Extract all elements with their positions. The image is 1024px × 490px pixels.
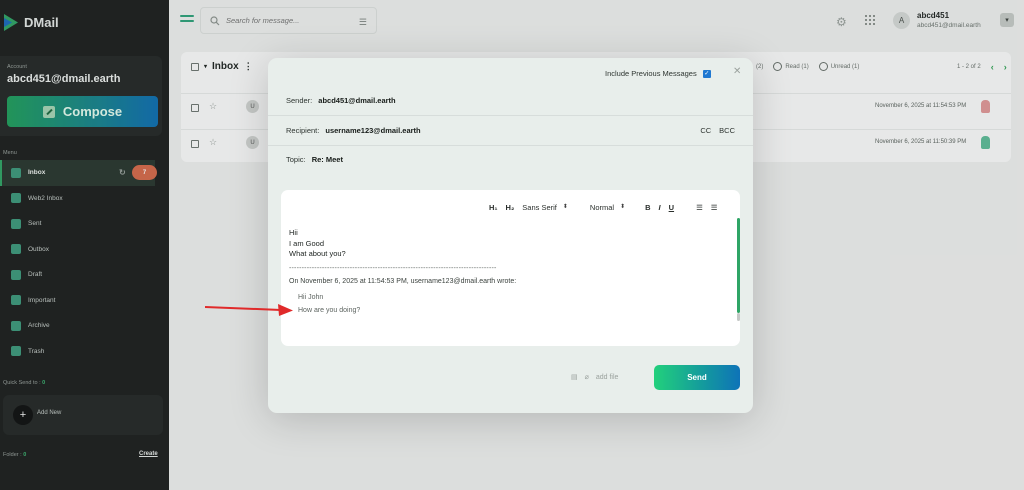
italic-button[interactable]: I xyxy=(659,203,661,212)
size-select[interactable]: Normal ⬍ xyxy=(590,203,625,212)
heading-1-button[interactable]: H₁ xyxy=(489,203,498,212)
bold-button[interactable]: B xyxy=(645,203,650,212)
editor-toolbar: H₁ H₂ Sans Serif ⬍ Normal ⬍ B I U ☰ ☰ xyxy=(489,203,718,212)
ordered-list-icon[interactable]: ☰ xyxy=(696,203,703,212)
editor-scroll-track[interactable] xyxy=(737,313,740,321)
topic-value[interactable]: Re: Meet xyxy=(312,155,343,164)
attachment-area: ▤ ⌀ add file xyxy=(571,373,619,382)
sender-label: Sender: xyxy=(286,95,313,105)
cc-button[interactable]: CC xyxy=(700,126,711,135)
updown-arrow-icon: ⬍ xyxy=(620,204,626,210)
heading-2-button[interactable]: H₂ xyxy=(506,203,515,212)
topic-label: Topic: xyxy=(286,155,306,164)
editor-scrollbar[interactable] xyxy=(737,218,740,313)
underline-button[interactable]: U xyxy=(669,203,674,212)
topic-field[interactable]: Topic: Re: Meet xyxy=(286,155,343,164)
quoted-line: How are you doing? xyxy=(298,307,361,314)
recipient-field[interactable]: Recipient: username123@dmail.earth CC BC… xyxy=(268,115,753,146)
include-previous-option[interactable]: Include Previous Messages ✓ xyxy=(605,69,711,78)
quoted-line: Hii John xyxy=(298,294,324,301)
paperclip-icon[interactable]: ⌀ xyxy=(585,373,589,381)
bullet-list-icon[interactable]: ☰ xyxy=(711,203,718,212)
recipient-value[interactable]: username123@dmail.earth xyxy=(325,126,420,135)
add-file-label[interactable]: add file xyxy=(596,374,619,381)
compose-modal: Include Previous Messages ✓ ✕ Sender: ab… xyxy=(268,58,753,413)
send-button[interactable]: Send xyxy=(654,365,740,390)
quote-header: On November 6, 2025 at 11:54:53 PM, user… xyxy=(289,278,517,285)
include-previous-label: Include Previous Messages xyxy=(605,69,697,78)
recipient-label: Recipient: xyxy=(286,125,320,135)
include-previous-checkbox[interactable]: ✓ xyxy=(702,69,711,78)
quoted-message: Hii John How are you doing? xyxy=(298,291,360,317)
sender-field: Sender: abcd451@dmail.earth xyxy=(268,85,753,116)
quote-separator: ----------------------------------------… xyxy=(289,265,497,272)
annotation-arrow-icon xyxy=(205,304,293,316)
sender-value: abcd451@dmail.earth xyxy=(318,95,396,105)
calendar-icon[interactable]: ▤ xyxy=(571,373,578,381)
close-icon[interactable]: ✕ xyxy=(733,66,741,77)
message-editor[interactable]: H₁ H₂ Sans Serif ⬍ Normal ⬍ B I U ☰ ☰ Hii … xyxy=(281,190,740,346)
message-body[interactable]: Hii I am Good What about you? xyxy=(289,228,346,260)
cc-bcc-controls: CC BCC xyxy=(700,126,735,135)
bcc-button[interactable]: BCC xyxy=(719,126,735,135)
body-line: I am Good xyxy=(289,238,325,248)
font-select[interactable]: Sans Serif ⬍ xyxy=(522,203,568,212)
updown-arrow-icon: ⬍ xyxy=(562,204,568,210)
body-line: Hii xyxy=(289,228,298,237)
body-line: What about you? xyxy=(289,249,346,258)
